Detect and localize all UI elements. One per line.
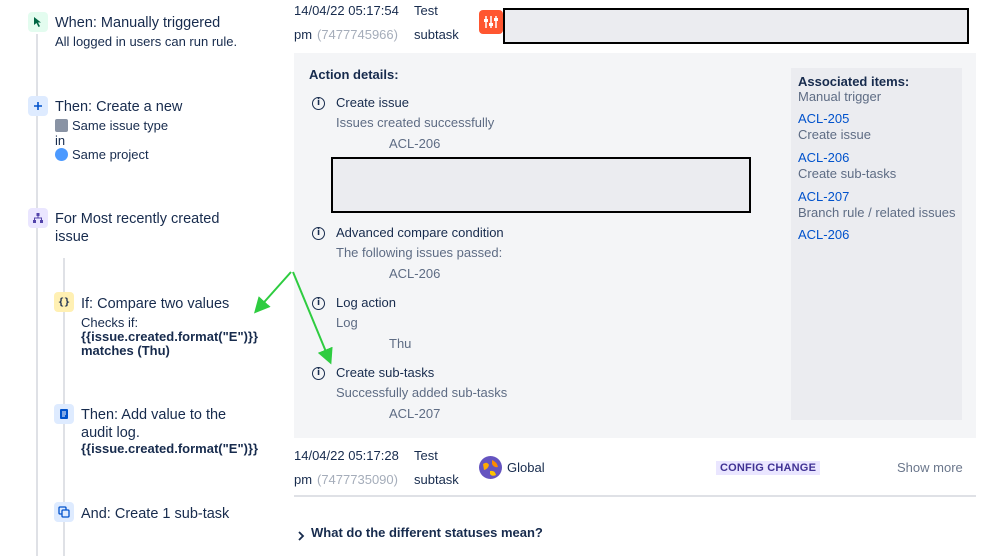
- associated-item-link[interactable]: ACL-207: [798, 189, 849, 204]
- action4-value: ACL-207: [389, 406, 441, 421]
- issue-type-icon: [55, 119, 68, 132]
- branch-title-line2[interactable]: issue: [55, 228, 89, 246]
- chevron-right-icon[interactable]: [297, 528, 305, 544]
- condition-checks-label: Checks if:: [81, 315, 139, 330]
- trigger-subtitle: All logged in users can run rule.: [55, 34, 238, 49]
- info-icon: i: [312, 367, 325, 380]
- associated-item-desc: Create issue: [798, 127, 871, 142]
- action2-message: The following issues passed:: [336, 245, 503, 260]
- braces-icon: {}: [54, 292, 74, 312]
- log-expression: {{issue.created.format("E")}}: [81, 441, 259, 456]
- action-details-heading: Action details:: [309, 67, 399, 82]
- jira-app-icon: [479, 10, 503, 34]
- branch-icon: [28, 208, 48, 228]
- document-icon: [54, 404, 74, 424]
- create-new-project: Same project: [55, 147, 149, 162]
- entry2-scope: Global: [507, 460, 545, 475]
- entry2-ampm: pm: [294, 472, 313, 487]
- project-label: Same project: [72, 147, 149, 162]
- action3-title: Log action: [336, 295, 396, 310]
- info-icon: i: [312, 297, 325, 310]
- action1-title: Create issue: [336, 95, 409, 110]
- entry2-id: (7477735090): [317, 472, 398, 487]
- redacted-block-header: [503, 8, 969, 44]
- associated-item-link[interactable]: ACL-206: [798, 227, 849, 242]
- trigger-cursor-icon: [28, 12, 48, 32]
- action4-message: Successfully added sub-tasks: [336, 385, 508, 400]
- action3-message: Log: [336, 315, 358, 330]
- action1-message: Issues created successfully: [336, 115, 495, 130]
- subtask-icon: [54, 502, 74, 522]
- entry2-actor-line2: subtask: [414, 472, 459, 487]
- redacted-block-details: [331, 157, 751, 213]
- action1-value: ACL-206: [389, 136, 441, 151]
- statuses-help-link[interactable]: What do the different statuses mean?: [311, 525, 543, 540]
- action4-title: Create sub-tasks: [336, 365, 435, 380]
- info-icon: i: [312, 227, 325, 240]
- info-icon: i: [312, 97, 325, 110]
- create-new-title[interactable]: Then: Create a new: [55, 98, 182, 116]
- create-new-issue-type: Same issue type: [55, 118, 168, 133]
- trigger-title[interactable]: When: Manually triggered: [55, 14, 220, 32]
- condition-expression: {{issue.created.format("E")}}: [81, 329, 259, 344]
- entry1-ampm: pm: [294, 27, 313, 42]
- branch-title-line1[interactable]: For Most recently created: [55, 210, 219, 228]
- log-title-line2[interactable]: audit log.: [81, 424, 140, 442]
- status-lozenge: CONFIG CHANGE: [716, 461, 821, 475]
- action-plus-icon: [28, 96, 48, 116]
- subtask-title[interactable]: And: Create 1 sub-task: [81, 505, 229, 523]
- action2-value: ACL-206: [389, 266, 441, 281]
- associated-trigger: Manual trigger: [798, 89, 882, 104]
- associated-item-desc: Branch rule / related issues: [798, 205, 956, 220]
- show-more-link[interactable]: Show more: [897, 460, 963, 475]
- annotation-arrow-to-condition: [254, 271, 292, 314]
- project-icon: [55, 148, 68, 161]
- globe-icon: [479, 456, 502, 479]
- entry2-actor-line1: Test: [414, 448, 438, 463]
- associated-item-link[interactable]: ACL-205: [798, 111, 849, 126]
- action3-value: Thu: [389, 336, 412, 351]
- associated-heading: Associated items:: [798, 74, 910, 89]
- entry1-actor-line1: Test: [414, 3, 438, 18]
- entry-divider: [294, 495, 976, 497]
- associated-item-link[interactable]: ACL-206: [798, 150, 849, 165]
- condition-title[interactable]: If: Compare two values: [81, 295, 229, 313]
- entry1-actor-line2: subtask: [414, 27, 459, 42]
- entry1-date: 14/04/22 05:17:54: [294, 3, 399, 18]
- action2-title: Advanced compare condition: [336, 225, 504, 240]
- condition-match: matches (Thu): [81, 343, 170, 358]
- create-new-in-label: in: [55, 133, 66, 148]
- log-title-line1[interactable]: Then: Add value to the: [81, 406, 226, 424]
- associated-item-desc: Create sub-tasks: [798, 166, 897, 181]
- entry2-date: 14/04/22 05:17:28: [294, 448, 399, 463]
- issue-type-label: Same issue type: [72, 118, 169, 133]
- entry1-id: (7477745966): [317, 27, 398, 42]
